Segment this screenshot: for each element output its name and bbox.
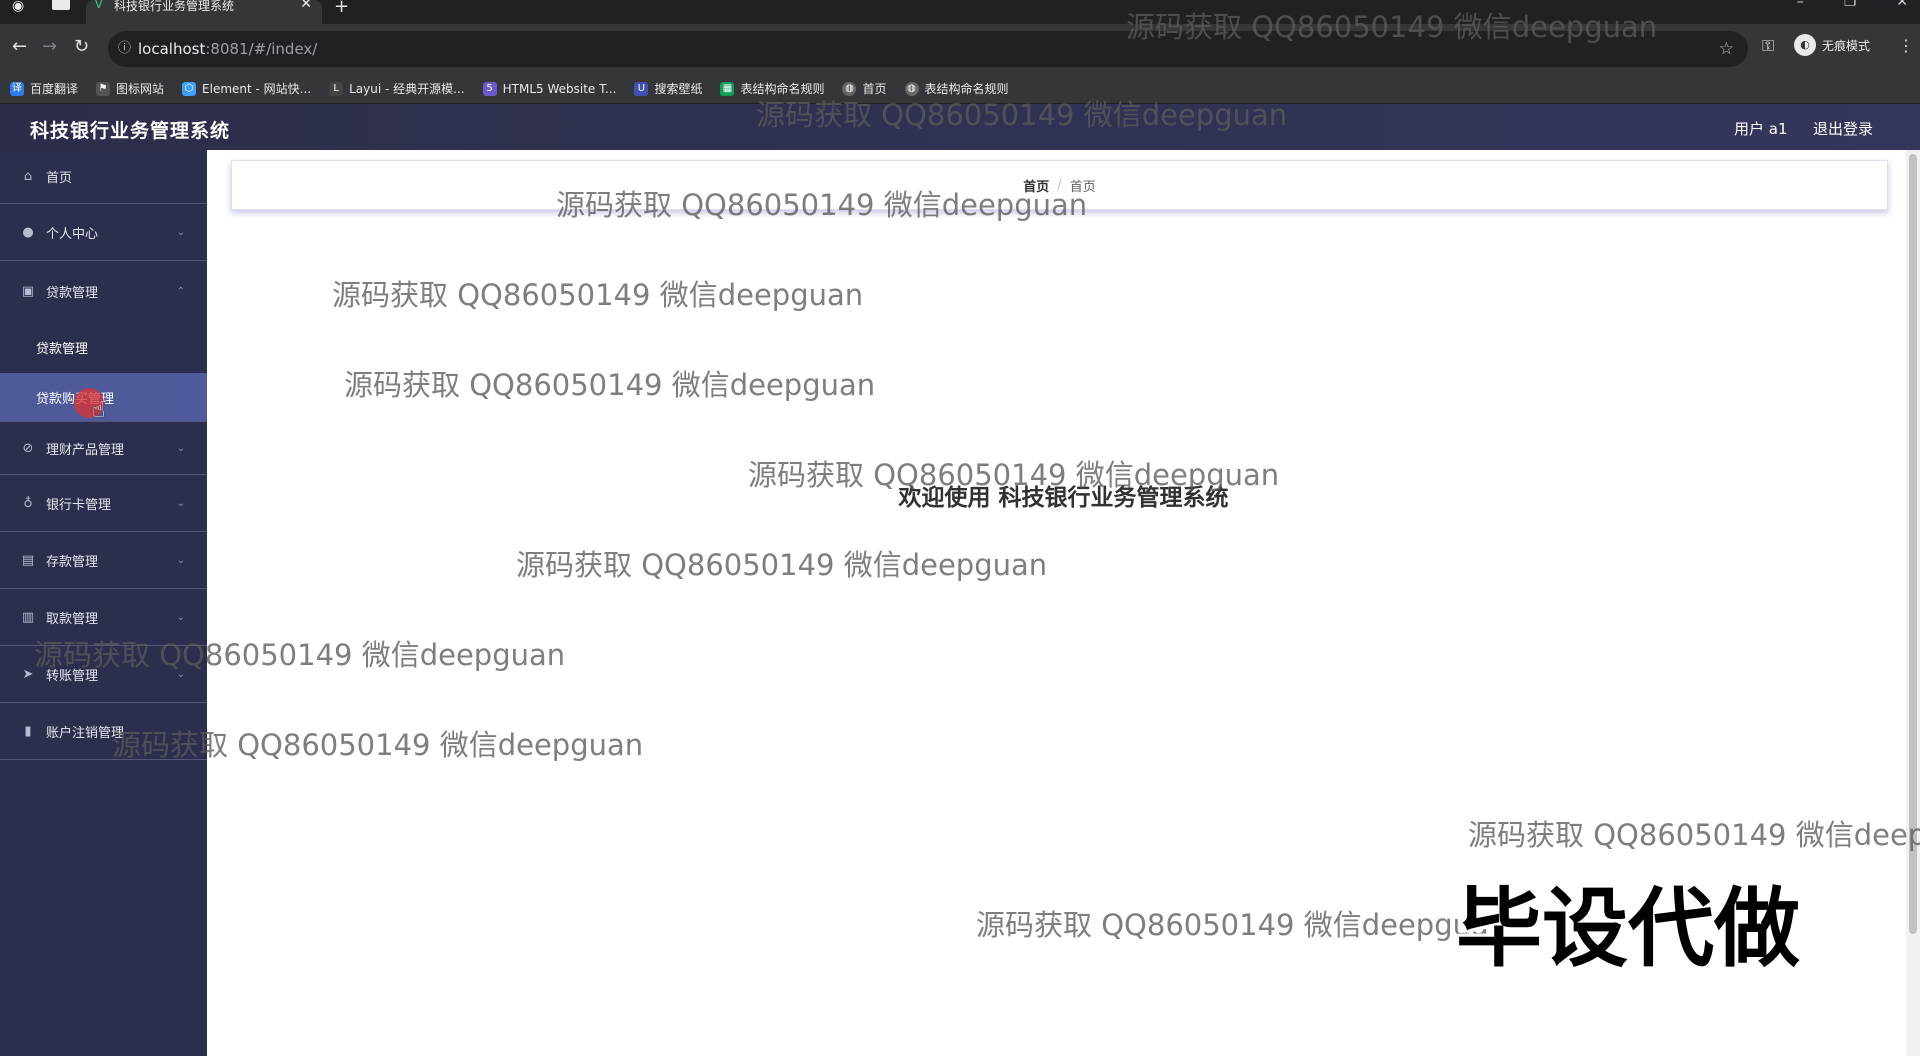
overlay-promo-text: 毕设代做: [1456, 879, 1800, 979]
reload-icon[interactable]: ↻: [74, 36, 89, 57]
watermark-text: 源码获取 QQ86050149 微信deepguan: [1126, 10, 1658, 44]
incognito-icon: ◐: [1794, 34, 1816, 56]
user-icon: ●: [22, 224, 34, 240]
watermark-text: 源码获取 QQ86050149 微信deepguan: [112, 728, 644, 762]
close-tab-icon[interactable]: ✕: [300, 0, 312, 11]
sidebar-item-finance-products[interactable]: ⊘ 理财产品管理 ⌄: [0, 421, 207, 475]
watermark-text: 源码获取 QQ86050149 微信deepguan: [556, 188, 1088, 222]
element-icon: ⬡: [182, 81, 197, 96]
url-path: :8081/#/index/: [205, 40, 318, 58]
sheet-icon: ▦: [720, 81, 735, 96]
chevron-down-icon: ⌄: [176, 497, 185, 509]
key-icon[interactable]: ⚿: [1762, 36, 1774, 56]
sidebar-item-label: 银行卡管理: [46, 497, 112, 513]
flag-icon: ⚑: [96, 81, 111, 96]
sidebar-item-label: 取款管理: [46, 611, 99, 627]
site-info-icon[interactable]: ⓘ: [118, 31, 131, 67]
sidebar-item-home[interactable]: ⌂ 首页: [0, 150, 207, 204]
incognito-indicator[interactable]: ◐ 无痕模式: [1794, 34, 1870, 56]
user-label[interactable]: 用户 a1: [1734, 118, 1788, 139]
window-controls: – ❐ ✕: [1797, 0, 1908, 10]
sidebar-item-label: 理财产品管理: [46, 442, 125, 458]
sidebar-subitem-label: 贷款管理: [36, 341, 89, 357]
home-icon: ⌂: [23, 169, 33, 184]
bookmark-item[interactable]: 译百度翻译: [10, 80, 78, 97]
account-close-icon: ▮: [24, 723, 32, 739]
vue-favicon-icon: V: [94, 0, 104, 12]
tab-title: 科技银行业务管理系统: [114, 0, 235, 13]
sidebar-subitem-loan-manage[interactable]: 贷款管理: [0, 321, 207, 373]
chevron-down-icon: ⌄: [176, 611, 185, 623]
chevron-down-icon: ⌄: [176, 554, 185, 566]
forward-icon[interactable]: →: [42, 36, 57, 57]
bookmark-item[interactable]: U 搜索壁纸: [634, 80, 702, 97]
browser-shield-icon[interactable]: ◉: [12, 0, 24, 14]
watermark-text: 源码获取 QQ86050149 微信deepguan: [976, 908, 1508, 942]
finance-icon: ⊘: [22, 440, 34, 456]
browser-menu-icon[interactable]: ⋮: [1898, 36, 1914, 55]
deposit-icon: ▤: [21, 552, 35, 568]
layui-icon: L: [329, 81, 344, 96]
sidebar-item-bank-card[interactable]: ♁ 银行卡管理 ⌄: [0, 475, 207, 532]
watermark-text: 源码获取 QQ86050149 微信deepguan: [516, 548, 1048, 582]
translate-icon: 译: [10, 81, 24, 96]
sidebar-item-label: 首页: [46, 171, 73, 186]
watermark-text: 源码获取 QQ86050149 微信deepguan: [756, 98, 1288, 132]
watermark-text: 源码获取 QQ86050149 微信deepguan: [344, 368, 876, 402]
browser-tab[interactable]: V 科技银行业务管理系统 ✕: [86, 0, 322, 24]
new-tab-icon[interactable]: +: [334, 0, 349, 17]
withdraw-icon: ▥: [21, 609, 35, 625]
maximize-icon[interactable]: ❐: [1844, 0, 1857, 10]
chevron-down-icon: ⌄: [176, 442, 185, 454]
chevron-up-icon: ⌃: [176, 285, 185, 297]
bookmark-item[interactable]: ⬡ Element - 网站快...: [182, 80, 311, 97]
url-host: localhost: [138, 40, 206, 58]
app-title: 科技银行业务管理系统: [30, 120, 231, 142]
bookmark-item[interactable]: 5 HTML5 Website T...: [482, 81, 616, 96]
watermark-text: 源码获取 QQ86050149 微信deepguan: [1468, 818, 1920, 852]
sidebar-item-personal-center[interactable]: ● 个人中心 ⌄: [0, 204, 207, 261]
sidebar-item-deposit[interactable]: ▤ 存款管理 ⌄: [0, 532, 207, 589]
scrollbar[interactable]: [1906, 150, 1920, 1056]
html5-icon: 5: [482, 81, 497, 96]
hand-cursor-icon: ☝: [92, 398, 106, 423]
minimize-icon[interactable]: –: [1797, 0, 1804, 10]
bookmark-item[interactable]: L Layui - 经典开源模...: [329, 80, 465, 97]
bookmark-item[interactable]: ⚑ 图标网站: [96, 80, 164, 97]
logout-button[interactable]: 退出登录: [1813, 118, 1873, 139]
sidebar: ⌂ 首页 ● 个人中心 ⌄ ▣ 贷款管理 ⌃ 贷款管理 贷款购买管理 ⊘ 理财产…: [0, 150, 207, 1056]
watermark-text: 源码获取 QQ86050149 微信deepguan: [332, 278, 864, 312]
sidebar-item-label: 存款管理: [46, 554, 99, 570]
back-icon[interactable]: ←: [12, 36, 27, 57]
loan-icon: ▣: [21, 283, 35, 299]
bookmark-star-icon[interactable]: ☆: [1719, 31, 1734, 67]
watermark-text: 源码获取 QQ86050149 微信deepguan: [748, 458, 1280, 492]
card-icon: ♁: [23, 495, 33, 511]
sidebar-item-loan[interactable]: ▣ 贷款管理 ⌃: [0, 261, 207, 321]
wallpaper-icon: U: [634, 81, 649, 96]
close-window-icon[interactable]: ✕: [1896, 0, 1908, 10]
incognito-label: 无痕模式: [1822, 38, 1871, 53]
sidebar-item-label: 个人中心: [46, 226, 99, 242]
watermark-text: 源码获取 QQ86050149 微信deepguan: [34, 638, 566, 672]
chevron-down-icon: ⌄: [176, 226, 185, 238]
sidebar-item-label: 贷款管理: [46, 285, 99, 301]
browser-window-icon[interactable]: [52, 0, 70, 10]
